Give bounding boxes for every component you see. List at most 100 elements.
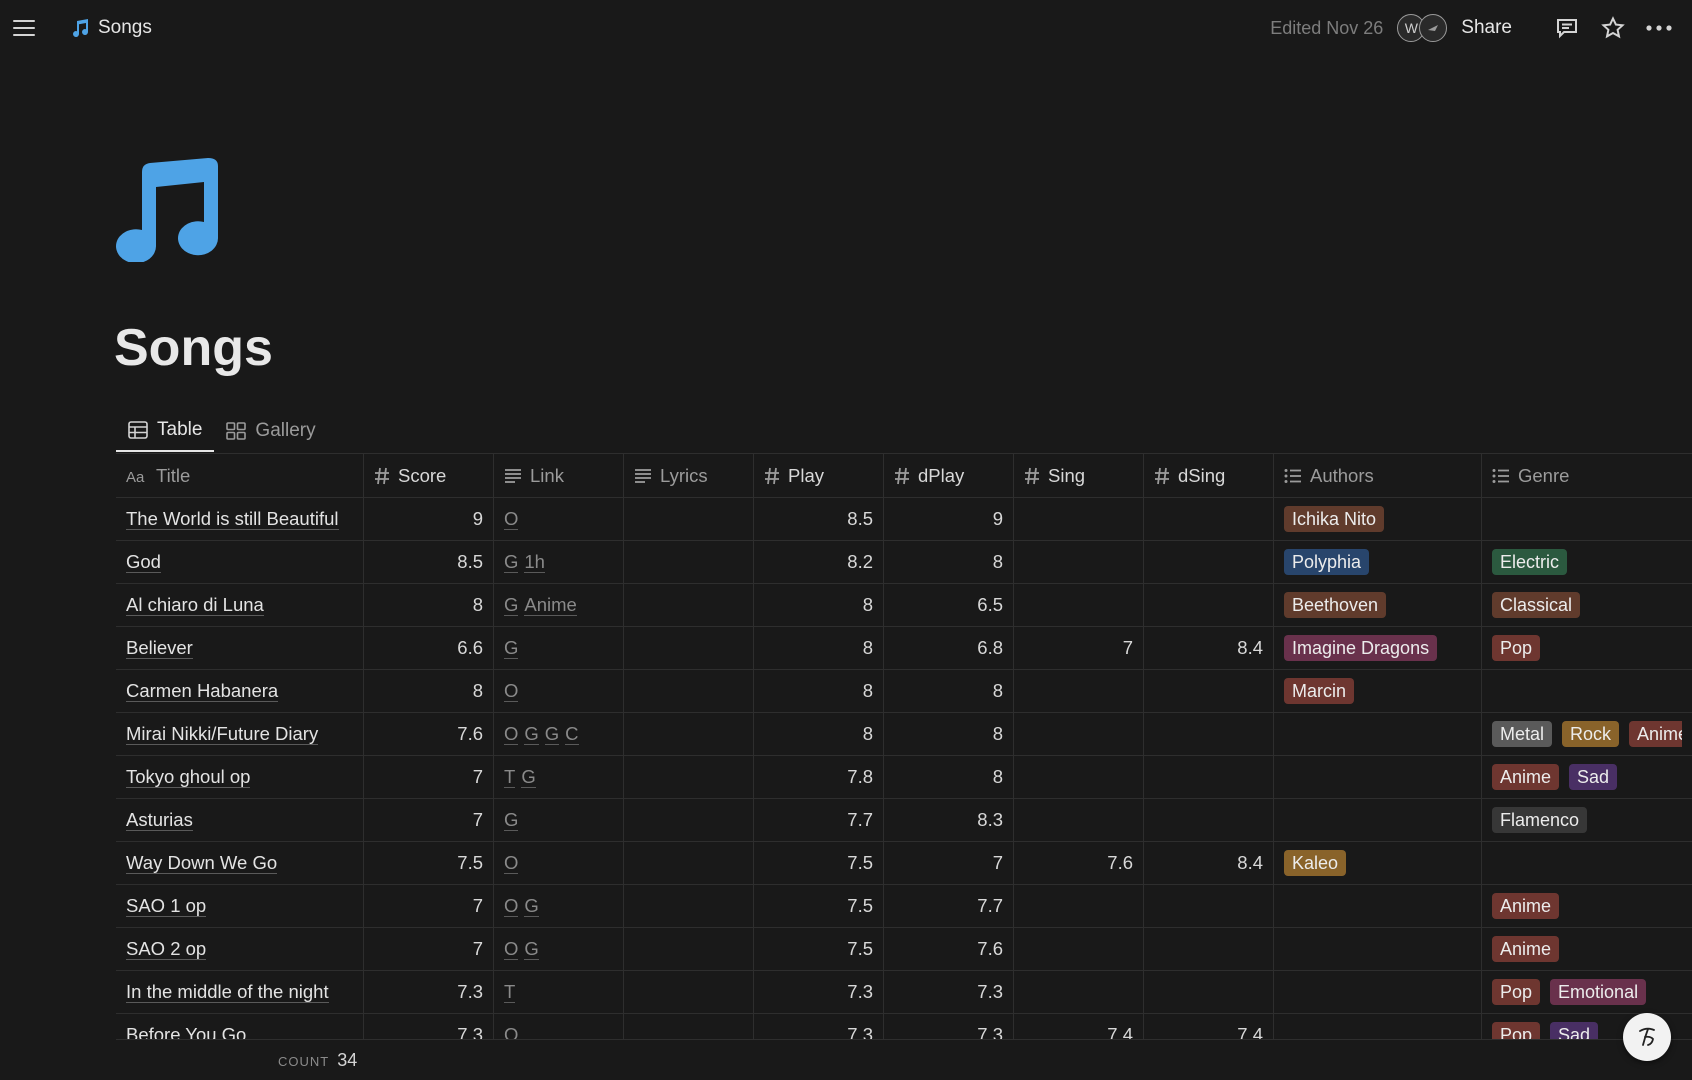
link[interactable]: G (504, 809, 519, 831)
genre-tag[interactable]: Classical (1492, 592, 1581, 618)
cell-genre[interactable]: Anime (1482, 885, 1682, 927)
cell-dplay[interactable]: 7 (884, 842, 1014, 884)
genre-tag[interactable]: Pop (1492, 979, 1541, 1005)
link[interactable]: O (504, 852, 519, 874)
column-header-dsing[interactable]: dSing (1144, 454, 1274, 497)
cell-sing[interactable] (1014, 756, 1144, 798)
cell-link[interactable]: O (494, 842, 624, 884)
cell-play[interactable]: 8 (754, 670, 884, 712)
cell-link[interactable]: OG (494, 928, 624, 970)
cell-link[interactable]: G 1h (494, 541, 624, 583)
cell-title[interactable]: Way Down We Go (116, 842, 364, 884)
cell-dsing[interactable] (1144, 756, 1274, 798)
author-tag[interactable]: Imagine Dragons (1284, 635, 1438, 661)
table-row[interactable]: In the middle of the night 7.3 T 7.3 7.3 Pop E… (116, 971, 1692, 1014)
cell-link[interactable]: G Anime (494, 584, 624, 626)
cell-genre[interactable]: Electric (1482, 541, 1682, 583)
cell-authors[interactable]: Kaleo (1274, 842, 1482, 884)
cell-genre[interactable] (1482, 842, 1682, 884)
cell-dplay[interactable]: 8 (884, 756, 1014, 798)
comment-icon[interactable] (1554, 15, 1580, 41)
tab-table[interactable]: Table (116, 410, 215, 452)
cell-lyrics[interactable] (624, 842, 754, 884)
cell-score[interactable]: 7 (364, 799, 494, 841)
cell-dsing[interactable] (1144, 541, 1274, 583)
cell-genre[interactable]: Metal Rock Anime (1482, 713, 1682, 755)
table-row[interactable]: Al chiaro di Luna 8 G Anime 8 6.5 Beethoven Cla… (116, 584, 1692, 627)
column-header-dplay[interactable]: dPlay (884, 454, 1014, 497)
cell-score[interactable]: 7 (364, 928, 494, 970)
link[interactable]: T (504, 981, 516, 1003)
link[interactable]: G (504, 551, 519, 573)
table-row[interactable]: Asturias 7 G 7.7 8.3 Flamenco (116, 799, 1692, 842)
cell-genre[interactable]: Pop Emotional (1482, 971, 1682, 1013)
table-row[interactable]: Believer 6.6 G 8 6.8 7 8.4 Imagine Dragons Pop (116, 627, 1692, 670)
cell-link[interactable]: O (494, 498, 624, 540)
cell-dplay[interactable]: 6.8 (884, 627, 1014, 669)
cell-genre[interactable]: Anime Sad (1482, 756, 1682, 798)
link[interactable]: O (504, 680, 519, 702)
genre-tag[interactable]: Flamenco (1492, 807, 1588, 833)
tab-gallery[interactable]: Gallery (214, 410, 327, 452)
cell-authors[interactable]: Beethoven (1274, 584, 1482, 626)
cell-dsing[interactable]: 8.4 (1144, 627, 1274, 669)
cell-lyrics[interactable] (624, 928, 754, 970)
page-title[interactable]: Songs (114, 318, 273, 378)
cell-title[interactable]: The World is still Beautiful (116, 498, 364, 540)
cell-sing[interactable] (1014, 971, 1144, 1013)
cell-genre[interactable] (1482, 498, 1682, 540)
cell-play[interactable]: 8.5 (754, 498, 884, 540)
table-row[interactable]: SAO 1 op 7 O G 7.5 7.7 Anime (116, 885, 1692, 928)
cell-dsing[interactable] (1144, 799, 1274, 841)
cell-link[interactable]: G (494, 799, 624, 841)
cell-title[interactable]: Asturias (116, 799, 364, 841)
link[interactable]: G (504, 637, 519, 659)
cell-lyrics[interactable] (624, 799, 754, 841)
cell-dplay[interactable]: 7.3 (884, 971, 1014, 1013)
genre-tag[interactable]: Metal (1492, 721, 1553, 747)
cell-score[interactable]: 7.6 (364, 713, 494, 755)
column-header-lyrics[interactable]: Lyrics (624, 454, 754, 497)
cell-lyrics[interactable] (624, 541, 754, 583)
author-tag[interactable]: Beethoven (1284, 592, 1387, 618)
cell-authors[interactable] (1274, 756, 1482, 798)
cell-dplay[interactable]: 8.3 (884, 799, 1014, 841)
cell-title[interactable]: Al chiaro di Luna (116, 584, 364, 626)
share-button[interactable]: Share (1461, 17, 1512, 39)
link[interactable]: O (504, 895, 519, 917)
link[interactable]: O (504, 508, 519, 530)
more-options-icon[interactable] (1646, 15, 1672, 41)
cell-link[interactable]: OGGC (494, 713, 624, 755)
cell-score[interactable]: 7 (364, 756, 494, 798)
cell-play[interactable]: 8 (754, 584, 884, 626)
cell-dsing[interactable] (1144, 584, 1274, 626)
cell-link[interactable]: OG (494, 885, 624, 927)
row-count[interactable]: COUNT 34 (278, 1050, 357, 1071)
avatar-group[interactable]: W (1397, 14, 1448, 42)
cell-play[interactable]: 7.3 (754, 971, 884, 1013)
link[interactable]: G (524, 938, 539, 960)
page-music-note-icon[interactable] (114, 158, 220, 267)
column-header-genre[interactable]: Genre (1482, 454, 1682, 497)
cell-dsing[interactable] (1144, 670, 1274, 712)
cell-authors[interactable]: Polyphia (1274, 541, 1482, 583)
cell-play[interactable]: 8 (754, 713, 884, 755)
cell-lyrics[interactable] (624, 670, 754, 712)
genre-tag[interactable]: Anime (1629, 721, 1682, 747)
cell-sing[interactable]: 7.6 (1014, 842, 1144, 884)
cell-authors[interactable]: Marcin (1274, 670, 1482, 712)
cell-title[interactable]: In the middle of the night (116, 971, 364, 1013)
cell-link[interactable]: TG (494, 756, 624, 798)
cell-sing[interactable] (1014, 498, 1144, 540)
cell-dplay[interactable]: 6.5 (884, 584, 1014, 626)
column-header-authors[interactable]: Authors (1274, 454, 1482, 497)
cell-authors[interactable] (1274, 928, 1482, 970)
cell-authors[interactable] (1274, 799, 1482, 841)
cell-score[interactable]: 8.5 (364, 541, 494, 583)
cell-dplay[interactable]: 8 (884, 541, 1014, 583)
genre-tag[interactable]: Pop (1492, 635, 1541, 661)
cell-sing[interactable] (1014, 584, 1144, 626)
table-row[interactable]: Mirai Nikki/Future Diary 7.6 O G G C 8 8 Metal Ro… (116, 713, 1692, 756)
genre-tag[interactable]: Anime (1492, 764, 1560, 790)
link[interactable]: C (565, 723, 579, 745)
